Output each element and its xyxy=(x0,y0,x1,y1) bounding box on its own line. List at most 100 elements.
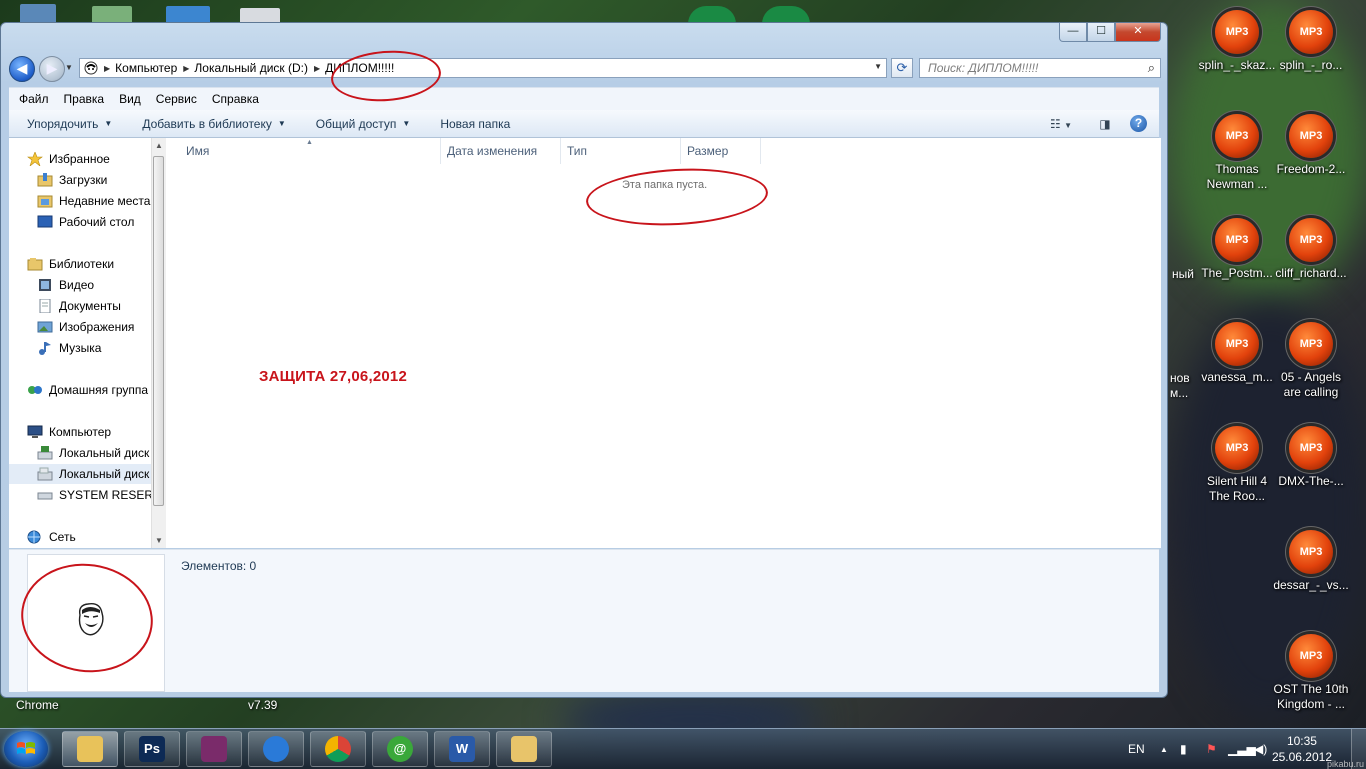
taskbar-word-button[interactable]: W xyxy=(434,731,490,767)
new-folder-label: Новая папка xyxy=(440,116,511,131)
nav-documents[interactable]: Документы xyxy=(37,296,121,316)
taskbar-explorer-button[interactable] xyxy=(62,731,118,767)
desktop-mp3-file[interactable]: MP3 vanessa_m... xyxy=(1198,322,1276,385)
nav-computer[interactable]: Компьютер xyxy=(27,422,111,442)
organize-button[interactable]: Упорядочить ▼ xyxy=(27,117,112,131)
mp3-file-icon: MP3 xyxy=(1215,218,1259,262)
items-count: Элементов: 0 xyxy=(181,559,257,573)
taskbar-photoshop-button[interactable]: Ps xyxy=(124,731,180,767)
share-with-label: Общий доступ xyxy=(315,116,397,131)
include-in-library-button[interactable]: Добавить в библиотеку ▼ xyxy=(142,117,285,131)
column-type[interactable]: Тип xyxy=(561,138,681,164)
scroll-up-icon[interactable]: ▲ xyxy=(155,141,163,150)
column-date-modified[interactable]: Дата изменения xyxy=(441,138,561,164)
start-button[interactable] xyxy=(4,731,48,767)
preview-pane-icon: ◨ xyxy=(1099,116,1111,131)
search-icon[interactable]: ⌕ xyxy=(1148,59,1155,77)
nav-downloads[interactable]: Загрузки xyxy=(37,170,107,190)
breadcrumb-local-disk[interactable]: Локальный диск (D:) xyxy=(194,61,308,75)
scrollbar-thumb[interactable] xyxy=(153,156,164,506)
mp3-file-icon: MP3 xyxy=(1289,634,1333,678)
desktop-mp3-file[interactable]: MP3 DMX-The-... xyxy=(1272,426,1350,489)
nav-network[interactable]: Сеть xyxy=(27,527,76,547)
breadcrumb-separator-icon[interactable]: ▶ xyxy=(183,64,189,73)
taskbar-flashget-button[interactable] xyxy=(248,731,304,767)
desktop-mp3-file[interactable]: MP3 OST The 10th Kingdom - ... xyxy=(1272,634,1350,712)
mp3-file-icon: MP3 xyxy=(1289,322,1333,366)
tray-expand-icon[interactable]: ▲ xyxy=(1160,729,1168,769)
nav-libraries[interactable]: Библиотеки xyxy=(27,254,114,274)
breadcrumb-computer[interactable]: Компьютер xyxy=(115,61,177,75)
details-pane: Элементов: 0 xyxy=(9,549,1159,692)
taskbar-chrome-button[interactable] xyxy=(310,731,366,767)
nav-pane-scrollbar[interactable]: ▲ ▼ xyxy=(151,138,166,548)
menu-help[interactable]: Справка xyxy=(212,92,259,106)
desktop-icon-label: Freedom-2... xyxy=(1276,162,1346,176)
breadcrumb-separator-icon[interactable]: ▶ xyxy=(314,64,320,73)
search-input[interactable]: Поиск: ДИПЛОМ!!!!! ⌕ xyxy=(919,58,1161,78)
change-view-button[interactable]: ☷ ▼ xyxy=(1046,117,1076,131)
menu-tools[interactable]: Сервис xyxy=(156,92,197,106)
file-list[interactable]: Имя ▲ Дата изменения Тип Размер Эта папк… xyxy=(166,138,1161,548)
arrow-right-icon: ▶ xyxy=(46,60,58,76)
clock-time: 10:35 xyxy=(1286,734,1317,748)
taskbar-winrar-button[interactable] xyxy=(186,731,242,767)
network-signal-icon[interactable]: ▁▃▅ xyxy=(1228,729,1256,769)
nav-local-disk-c[interactable]: Локальный диск xyxy=(37,443,149,463)
address-bar[interactable]: ▶ Компьютер ▶ Локальный диск (D:) ▶ ДИПЛ… xyxy=(79,58,887,78)
forward-button[interactable]: ▶ xyxy=(39,56,65,82)
close-button[interactable]: ✕ xyxy=(1115,23,1161,42)
mp3-file-icon: MP3 xyxy=(1289,114,1333,158)
column-name[interactable]: Имя xyxy=(166,138,441,164)
menu-edit[interactable]: Правка xyxy=(64,92,105,106)
desktop-icon-label: Silent Hill 4 The Roo... xyxy=(1206,474,1268,503)
maximize-button[interactable]: ☐ xyxy=(1087,23,1115,42)
new-folder-button[interactable]: Новая папка xyxy=(440,117,510,131)
nav-recent-places[interactable]: Недавние места xyxy=(37,191,150,211)
desktop-mp3-file[interactable]: MP3 The_Postm... xyxy=(1198,218,1276,281)
desktop-mp3-file[interactable]: MP3 Thomas Newman ... xyxy=(1198,114,1276,192)
desktop-mp3-file[interactable]: MP3 Silent Hill 4 The Roo... xyxy=(1198,426,1276,504)
nav-favorites[interactable]: Избранное xyxy=(27,149,110,169)
language-indicator[interactable]: EN xyxy=(1128,729,1145,769)
back-button[interactable]: ◀ xyxy=(9,56,35,82)
nav-video[interactable]: Видео xyxy=(37,275,94,295)
nav-images[interactable]: Изображения xyxy=(37,317,134,337)
preview-pane-button[interactable]: ◨ xyxy=(1090,117,1120,131)
taskbar-mail-agent-button[interactable]: @ xyxy=(372,731,428,767)
scroll-down-icon[interactable]: ▼ xyxy=(155,536,163,545)
homegroup-icon xyxy=(27,383,43,397)
nav-desktop[interactable]: Рабочий стол xyxy=(37,212,134,232)
clock[interactable]: 10:35 25.06.2012 xyxy=(1272,733,1332,765)
nav-local-disk-d[interactable]: Локальный диск xyxy=(9,464,151,484)
desktop-mp3-file[interactable]: MP3 Freedom-2... xyxy=(1272,114,1350,177)
desktop-partial-label: Chrome xyxy=(16,698,59,712)
help-button[interactable]: ? xyxy=(1130,115,1147,132)
taskbar-paint-button[interactable] xyxy=(496,731,552,767)
tray-device-icon[interactable]: ▮ xyxy=(1180,729,1187,769)
desktop-mp3-file[interactable]: MP3 splin_-_skaz... xyxy=(1198,10,1276,73)
nav-label: Сеть xyxy=(49,530,76,544)
desktop-mp3-file[interactable]: MP3 05 - Angels are calling xyxy=(1272,322,1350,400)
nav-system-reserved[interactable]: SYSTEM RESERVE xyxy=(37,485,151,505)
menu-file[interactable]: Файл xyxy=(19,92,49,106)
refresh-button[interactable]: ⟳ xyxy=(891,58,913,78)
nav-music[interactable]: Музыка xyxy=(37,338,101,358)
menu-view[interactable]: Вид xyxy=(119,92,141,106)
desktop-mp3-file[interactable]: MP3 dessar_-_vs... xyxy=(1272,530,1350,593)
volume-icon[interactable]: ◀) xyxy=(1254,729,1267,769)
share-with-button[interactable]: Общий доступ ▼ xyxy=(316,117,411,131)
nav-homegroup[interactable]: Домашняя группа xyxy=(27,380,148,400)
clock-date: 25.06.2012 xyxy=(1271,750,1332,764)
address-history-dropdown-icon[interactable]: ▼ xyxy=(874,62,882,71)
minimize-button[interactable]: — xyxy=(1059,23,1087,42)
column-size[interactable]: Размер xyxy=(681,138,761,164)
video-icon xyxy=(37,278,53,292)
recent-pages-dropdown[interactable]: ▼ xyxy=(65,63,73,72)
desktop-icon-label: dessar_-_vs... xyxy=(1273,578,1349,592)
desktop-mp3-file[interactable]: MP3 cliff_richard... xyxy=(1272,218,1350,281)
arrow-left-icon: ◀ xyxy=(16,60,28,76)
images-icon xyxy=(37,320,53,334)
desktop-mp3-file[interactable]: MP3 splin_-_ro... xyxy=(1272,10,1350,73)
tray-flag-icon[interactable]: ⚑ xyxy=(1206,729,1217,769)
